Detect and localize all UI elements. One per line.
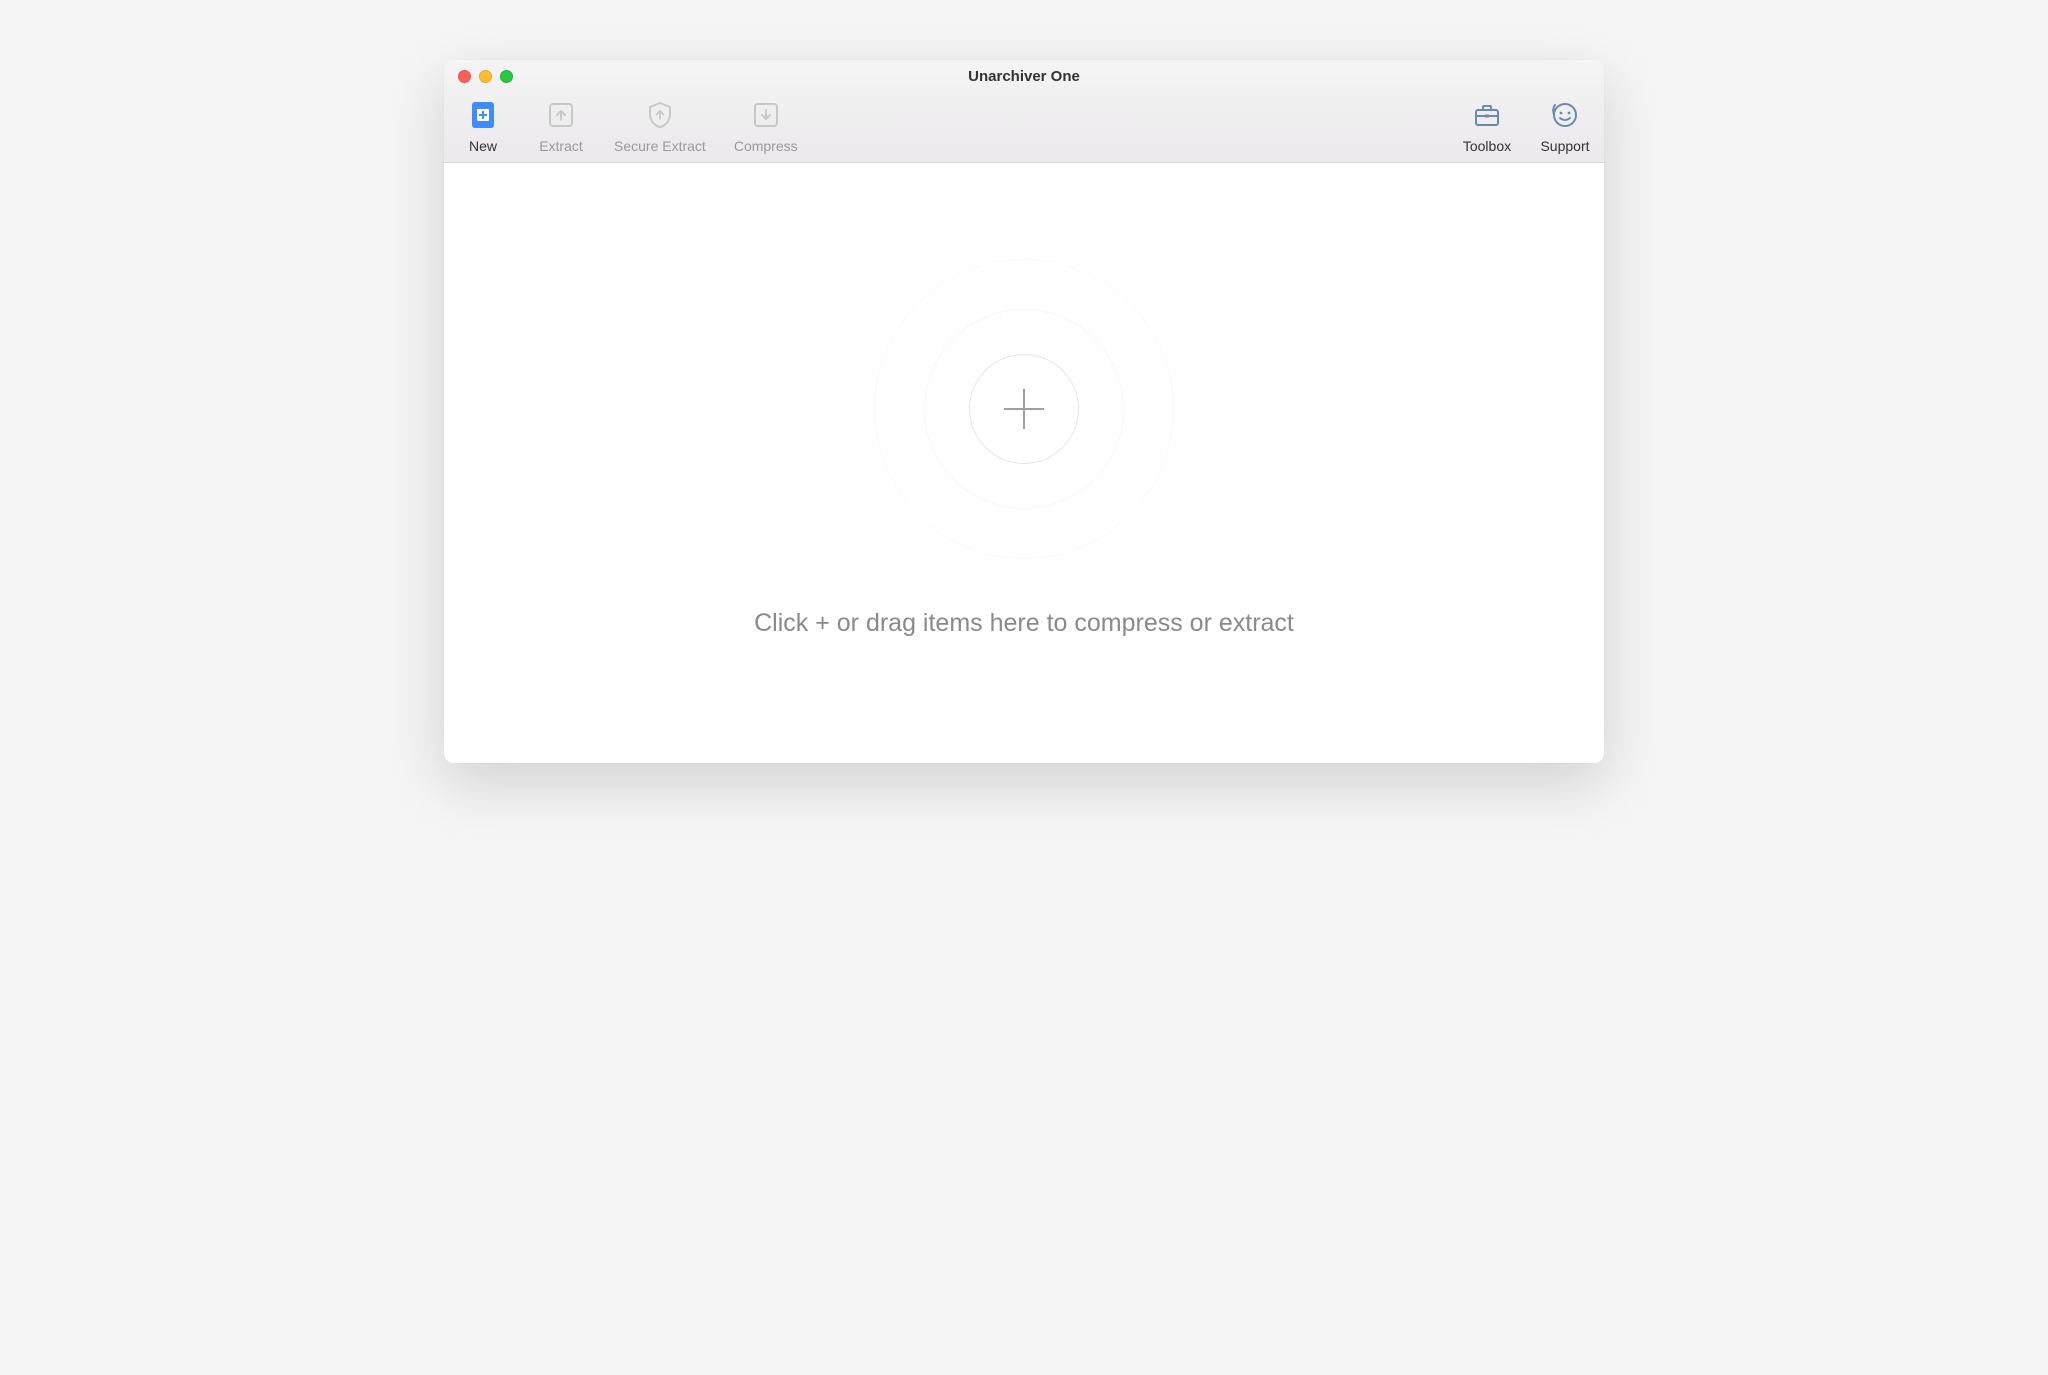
toolbar-right-group: Toolbox Support	[1462, 98, 1590, 154]
toolbar-left-group: New Extract	[458, 98, 798, 154]
new-label: New	[469, 138, 497, 154]
extract-icon	[544, 98, 578, 132]
secure-extract-label: Secure Extract	[614, 138, 706, 154]
content-area: Click + or drag items here to compress o…	[444, 163, 1604, 763]
support-button[interactable]: Support	[1540, 98, 1590, 154]
app-window: Unarchiver One New	[444, 60, 1604, 763]
extract-label: Extract	[539, 138, 583, 154]
shield-icon	[643, 98, 677, 132]
compress-button[interactable]: Compress	[734, 98, 798, 154]
titlebar-top: Unarchiver One	[444, 60, 1604, 92]
dropzone[interactable]	[864, 249, 1184, 569]
window-title: Unarchiver One	[444, 68, 1604, 85]
dropzone-instruction: Click + or drag items here to compress o…	[754, 609, 1294, 638]
minimize-button[interactable]	[479, 70, 492, 83]
compress-icon	[749, 98, 783, 132]
zoom-button[interactable]	[500, 70, 513, 83]
plus-icon	[1004, 389, 1044, 429]
traffic-lights	[444, 70, 513, 83]
toolbox-button[interactable]: Toolbox	[1462, 98, 1512, 154]
compress-label: Compress	[734, 138, 798, 154]
toolbox-label: Toolbox	[1463, 138, 1511, 154]
close-button[interactable]	[458, 70, 471, 83]
support-label: Support	[1540, 138, 1589, 154]
titlebar: Unarchiver One New	[444, 60, 1604, 163]
support-icon	[1548, 98, 1582, 132]
toolbar: New Extract	[444, 92, 1604, 162]
toolbox-icon	[1470, 98, 1504, 132]
extract-button[interactable]: Extract	[536, 98, 586, 154]
new-button[interactable]: New	[458, 98, 508, 154]
secure-extract-button[interactable]: Secure Extract	[614, 98, 706, 154]
new-file-icon	[466, 98, 500, 132]
